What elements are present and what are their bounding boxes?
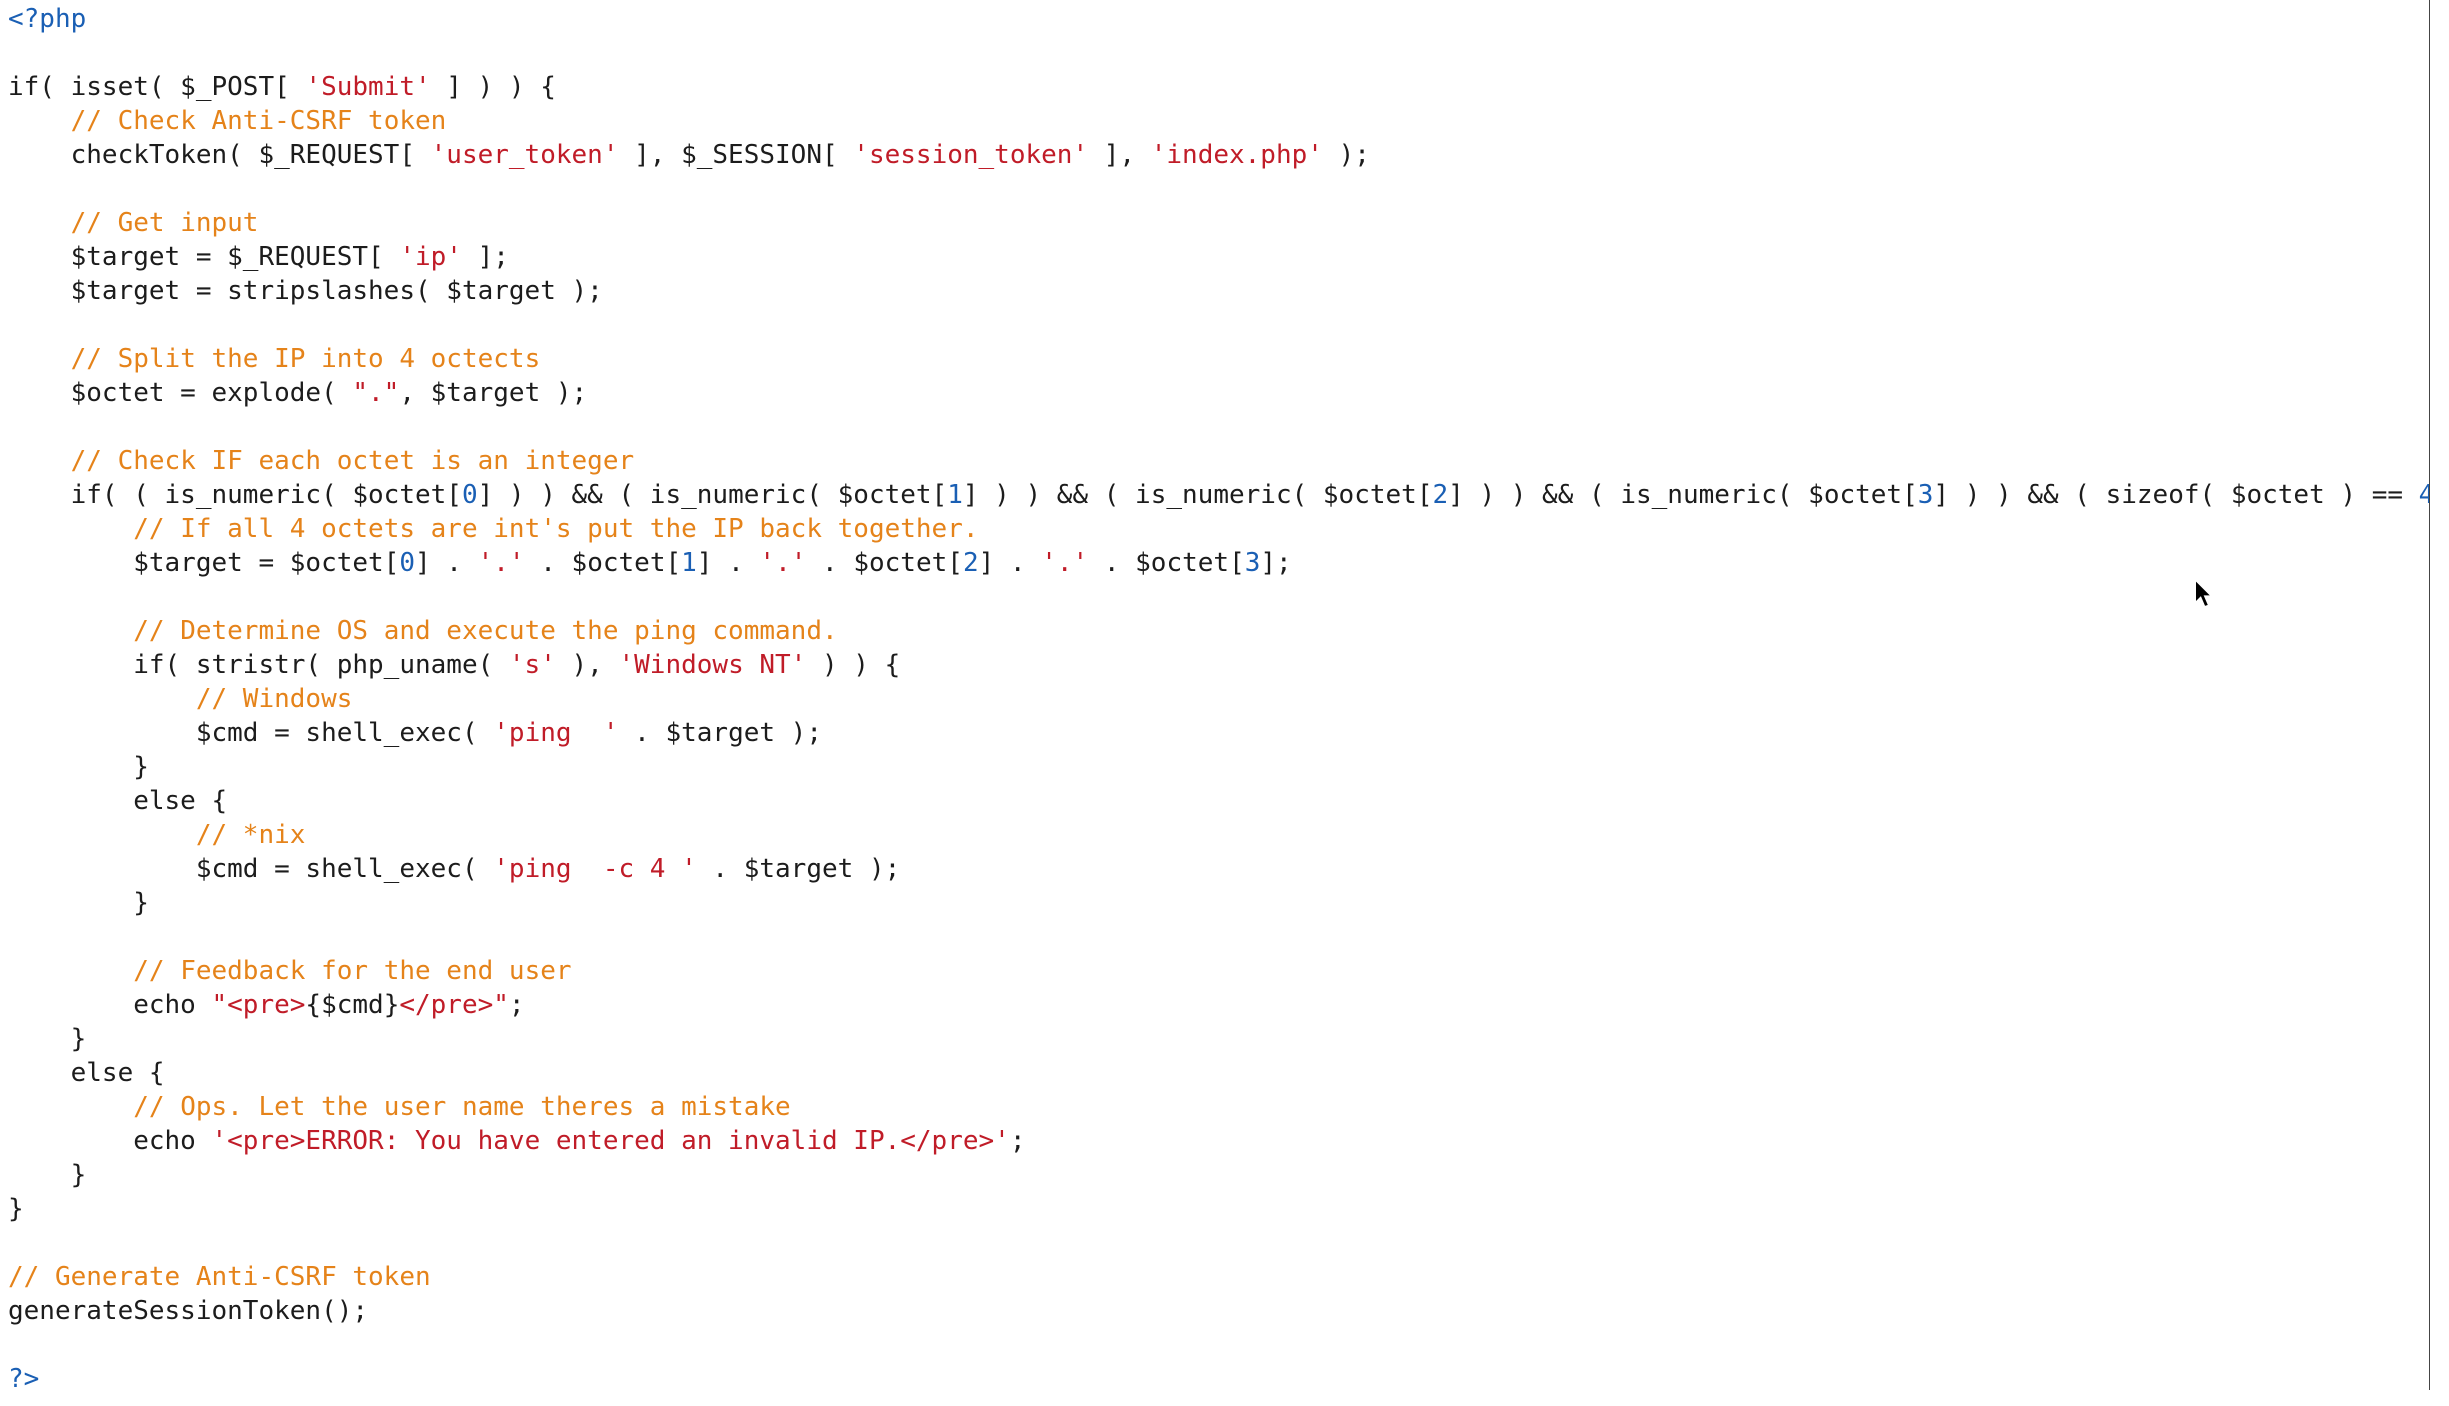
- code-text: ] .: [979, 548, 1042, 578]
- string-literal: 'ip': [399, 242, 462, 272]
- code-text: if( ( is_numeric( $octet[: [8, 480, 462, 510]
- string-literal: 'ping -c 4 ': [493, 854, 697, 884]
- code-text: ;: [509, 990, 525, 1020]
- string-literal: 'session_token': [853, 140, 1088, 170]
- code-text: . $octet[: [1088, 548, 1245, 578]
- string-literal: 'ping ': [493, 718, 618, 748]
- number-literal: 1: [681, 548, 697, 578]
- string-literal: 'index.php': [1151, 140, 1323, 170]
- code-text: {$cmd}: [305, 990, 399, 1020]
- comment: // Windows: [196, 684, 353, 714]
- code-text: $target = stripslashes( $target );: [8, 276, 603, 306]
- number-literal: 2: [1432, 480, 1448, 510]
- comment: // *nix: [196, 820, 306, 850]
- comment: // Split the IP into 4 octects: [71, 344, 541, 374]
- string-literal: 'user_token': [431, 140, 619, 170]
- string-literal: '<pre>: [212, 1126, 306, 1156]
- number-literal: 0: [462, 480, 478, 510]
- code-text: ] ) ) && ( sizeof( $octet ) ==: [1933, 480, 2418, 510]
- number-literal: 4: [2419, 480, 2430, 510]
- code-text: ];: [1260, 548, 1291, 578]
- code-text: $cmd = shell_exec(: [8, 718, 493, 748]
- string-literal: 's': [509, 650, 556, 680]
- comment: // Ops. Let the user name theres a mista…: [133, 1092, 790, 1122]
- string-literal: '.': [478, 548, 525, 578]
- code-text: echo: [8, 990, 212, 1020]
- comment: // Check IF each octet is an integer: [71, 446, 635, 476]
- number-literal: 2: [963, 548, 979, 578]
- code-text: );: [1323, 140, 1370, 170]
- string-literal: '.': [1041, 548, 1088, 578]
- code-text: if( isset( $_POST[: [8, 72, 305, 102]
- code-text: ];: [462, 242, 509, 272]
- string-literal: ERROR: You have entered an invalid IP.: [305, 1126, 900, 1156]
- code-text: }: [8, 1024, 86, 1054]
- code-text: ] ) ) && ( is_numeric( $octet[: [478, 480, 948, 510]
- code-text: $target = $_REQUEST[: [8, 242, 399, 272]
- code-text: else {: [8, 786, 227, 816]
- code-text: }: [8, 888, 149, 918]
- string-literal: '.': [759, 548, 806, 578]
- comment: // Check Anti-CSRF token: [71, 106, 447, 136]
- code-text: . $target );: [619, 718, 823, 748]
- code-text: ] ) ) && ( is_numeric( $octet[: [963, 480, 1433, 510]
- comment: // Feedback for the end user: [133, 956, 571, 986]
- code-text: $cmd = shell_exec(: [8, 854, 493, 884]
- code-text: ] .: [697, 548, 760, 578]
- code-text: . $target );: [697, 854, 901, 884]
- number-literal: 1: [947, 480, 963, 510]
- code-text: }: [8, 1194, 24, 1224]
- string-literal: </pre>': [900, 1126, 1010, 1156]
- string-literal: </pre>": [399, 990, 509, 1020]
- comment: // If all 4 octets are int's put the IP …: [133, 514, 978, 544]
- code-text: }: [8, 752, 149, 782]
- code-text: ], $_SESSION[: [618, 140, 853, 170]
- code-text: echo: [8, 1126, 212, 1156]
- code-text: checkToken( $_REQUEST[: [8, 140, 431, 170]
- number-literal: 3: [1918, 480, 1934, 510]
- code-text: . $octet[: [806, 548, 963, 578]
- code-text: . $octet[: [525, 548, 682, 578]
- code-text: $octet = explode(: [8, 378, 352, 408]
- number-literal: 3: [1245, 548, 1261, 578]
- code-text: ] ) ) && ( is_numeric( $octet[: [1448, 480, 1918, 510]
- code-text: if( stristr( php_uname(: [8, 650, 509, 680]
- code-text: , $target );: [399, 378, 587, 408]
- code-text: ;: [1010, 1126, 1026, 1156]
- comment: // Generate Anti-CSRF token: [8, 1262, 431, 1292]
- comment: // Determine OS and execute the ping com…: [133, 616, 837, 646]
- number-literal: 0: [399, 548, 415, 578]
- code-text: }: [8, 1160, 86, 1190]
- code-text: ),: [556, 650, 619, 680]
- php-close-tag: ?>: [8, 1364, 39, 1390]
- php-source-code: <?php if( isset( $_POST[ 'Submit' ] ) ) …: [0, 0, 2430, 1390]
- code-text: ] .: [415, 548, 478, 578]
- string-literal: 'Submit': [305, 72, 430, 102]
- code-text: else {: [8, 1058, 165, 1088]
- comment: // Get input: [71, 208, 259, 238]
- string-literal: "<pre>: [212, 990, 306, 1020]
- php-open-tag: <?php: [8, 4, 86, 34]
- code-text: ) ) {: [806, 650, 900, 680]
- code-text: $target = $octet[: [8, 548, 399, 578]
- code-text: ] ) ) {: [431, 72, 556, 102]
- string-literal: ".": [352, 378, 399, 408]
- mouse-cursor-icon: [2195, 580, 2217, 612]
- code-text: generateSessionToken();: [8, 1296, 368, 1326]
- code-text: ],: [1088, 140, 1151, 170]
- string-literal: 'Windows NT': [619, 650, 807, 680]
